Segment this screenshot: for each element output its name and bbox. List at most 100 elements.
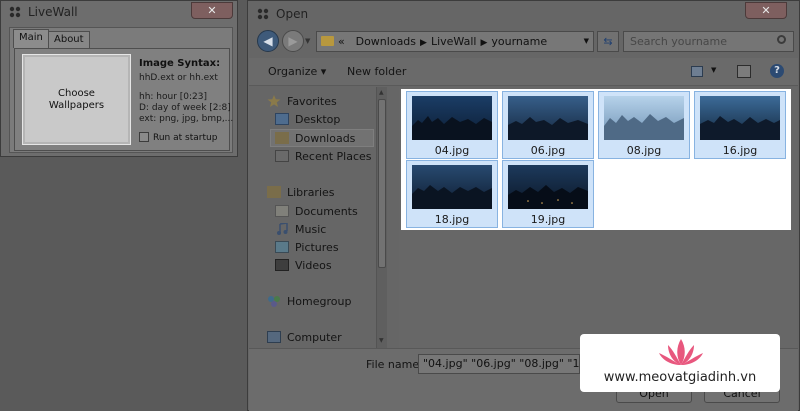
address-bar[interactable]: « Downloads ▶ LiveWall ▶ yourname ▼ (316, 31, 594, 52)
choose-wallpapers-button[interactable]: Choose Wallpapers (22, 54, 131, 145)
breadcrumb-livewall[interactable]: LiveWall (431, 35, 477, 48)
choose-button-line-1: Choose (58, 88, 95, 99)
nav-label: Recent Places (295, 150, 372, 163)
syntax-heading: Image Syntax: (139, 58, 221, 69)
help-icon[interactable]: ? (770, 64, 784, 78)
syntax-line: hhD.ext or hh.ext (139, 73, 218, 83)
nav-label: Libraries (287, 186, 335, 199)
nav-item-pictures[interactable]: Pictures (275, 239, 339, 257)
syntax-line: D: day of week [2:8] (139, 103, 231, 113)
livewall-client: Main About Choose Wallpapers Image Synta… (9, 27, 233, 153)
livewall-titlebar[interactable]: LiveWall ✕ (1, 1, 237, 23)
file-name: 18.jpg (434, 213, 470, 226)
nav-item-computer[interactable]: Computer (267, 329, 342, 347)
open-dialog-titlebar[interactable]: Open ✕ (248, 1, 799, 27)
file-thumbnail (412, 96, 492, 140)
nav-item-documents[interactable]: Documents (275, 203, 358, 221)
nav-item-downloads[interactable]: Downloads (270, 129, 374, 147)
views-icon[interactable] (691, 66, 703, 77)
lotus-logo-icon (659, 339, 703, 365)
refresh-icon: ⇆ (603, 35, 613, 48)
file-item[interactable]: 19.jpg (502, 160, 594, 228)
navpane-scrollbar[interactable]: ▲ ▼ (376, 87, 387, 349)
star-icon (267, 95, 281, 107)
app-logo-icon (257, 8, 269, 20)
scrollbar-thumb[interactable] (378, 99, 386, 268)
folder-icon (321, 36, 334, 46)
scroll-up-icon[interactable]: ▲ (379, 89, 384, 96)
videos-icon (275, 259, 289, 271)
chevron-down-icon[interactable]: ▼ (711, 66, 716, 74)
recent-locations-dropdown-icon[interactable]: ▼ (305, 37, 310, 45)
file-name: 08.jpg (626, 144, 662, 157)
pictures-icon (275, 241, 289, 253)
file-list-highlight: 04.jpg 06.jpg 08.jpg 16.jpg 18.jpg 19.jp… (401, 89, 791, 230)
downloads-folder-icon (275, 132, 289, 144)
file-item[interactable]: 18.jpg (406, 160, 498, 228)
nav-item-videos[interactable]: Videos (275, 257, 332, 275)
file-name: 19.jpg (530, 213, 566, 226)
nav-item-recent-places[interactable]: Recent Places (275, 148, 372, 166)
preview-pane-icon[interactable] (737, 65, 751, 78)
file-name-label: File name: (366, 358, 423, 371)
file-thumbnail (508, 165, 588, 209)
scroll-down-icon[interactable]: ▼ (379, 337, 384, 344)
nav-item-favorites[interactable]: Favorites (267, 93, 337, 111)
refresh-button[interactable]: ⇆ (597, 31, 619, 52)
search-input[interactable]: Search yourname (623, 31, 794, 52)
documents-icon (275, 205, 289, 217)
file-name-input[interactable]: "04.jpg" "06.jpg" "08.jpg" "16.jpg" " (418, 354, 580, 374)
file-item[interactable]: 06.jpg (502, 91, 594, 159)
chevron-right-icon[interactable]: ▶ (480, 38, 487, 48)
run-at-startup-checkbox[interactable] (139, 132, 149, 142)
choose-button-line-2: Wallpapers (48, 100, 105, 111)
organize-menu[interactable]: Organize ▾ (268, 65, 326, 78)
syntax-line: ext: png, jpg, bmp,... (139, 114, 234, 124)
window-title: LiveWall (28, 5, 78, 19)
syntax-line: hh: hour [0:23] (139, 92, 208, 102)
file-thumbnail (604, 96, 684, 140)
nav-label: Videos (295, 259, 332, 272)
file-name: 04.jpg (434, 144, 470, 157)
nav-label: Favorites (287, 95, 337, 108)
file-name: 06.jpg (530, 144, 566, 157)
nav-item-desktop[interactable]: Desktop (275, 111, 340, 129)
search-icon (777, 35, 786, 44)
run-at-startup-label: Run at startup (153, 133, 218, 143)
new-folder-button[interactable]: New folder (347, 65, 406, 78)
command-toolbar: Organize ▾ New folder ▼ ? (249, 58, 798, 86)
nav-label: Computer (287, 331, 342, 344)
dialog-title: Open (276, 7, 309, 21)
breadcrumb-yourname[interactable]: yourname (491, 35, 547, 48)
nav-label: Downloads (295, 132, 356, 145)
breadcrumb-downloads[interactable]: Downloads (356, 35, 416, 48)
site-watermark: www.meovatgiadinh.vn (580, 334, 780, 392)
run-at-startup-option[interactable]: Run at startup (139, 132, 217, 143)
main-panel: Choose Wallpapers Image Syntax: hhD.ext … (14, 48, 234, 151)
file-item[interactable]: 16.jpg (694, 91, 786, 159)
libraries-icon (267, 186, 281, 198)
nav-item-homegroup[interactable]: Homegroup (267, 293, 351, 311)
nav-label: Pictures (295, 241, 339, 254)
back-button[interactable]: ◀ (257, 30, 279, 52)
recent-places-icon (275, 150, 289, 162)
homegroup-icon (267, 295, 281, 307)
tab-about[interactable]: About (48, 31, 90, 48)
file-item[interactable]: 08.jpg (598, 91, 690, 159)
nav-item-libraries[interactable]: Libraries (267, 184, 335, 202)
chevron-right-icon[interactable]: ▶ (420, 38, 427, 48)
close-button[interactable]: ✕ (191, 2, 233, 19)
breadcrumb-overflow[interactable]: « (338, 35, 345, 48)
address-bar-row: ◀ ▶ ▼ « Downloads ▶ LiveWall ▶ yourname ▼ ⇆ … (252, 28, 796, 55)
nav-item-music[interactable]: Music (275, 221, 326, 239)
app-logo-icon (9, 6, 21, 18)
forward-button[interactable]: ▶ (282, 30, 304, 52)
chevron-down-icon[interactable]: ▼ (584, 32, 589, 51)
file-item[interactable]: 04.jpg (406, 91, 498, 159)
nav-label: Desktop (295, 113, 341, 126)
tab-main[interactable]: Main (13, 29, 49, 48)
navigation-pane: Favorites Desktop Downloads Recent Place… (249, 87, 387, 349)
nav-label: Documents (295, 205, 358, 218)
close-button[interactable]: ✕ (745, 2, 787, 19)
file-thumbnail (412, 165, 492, 209)
